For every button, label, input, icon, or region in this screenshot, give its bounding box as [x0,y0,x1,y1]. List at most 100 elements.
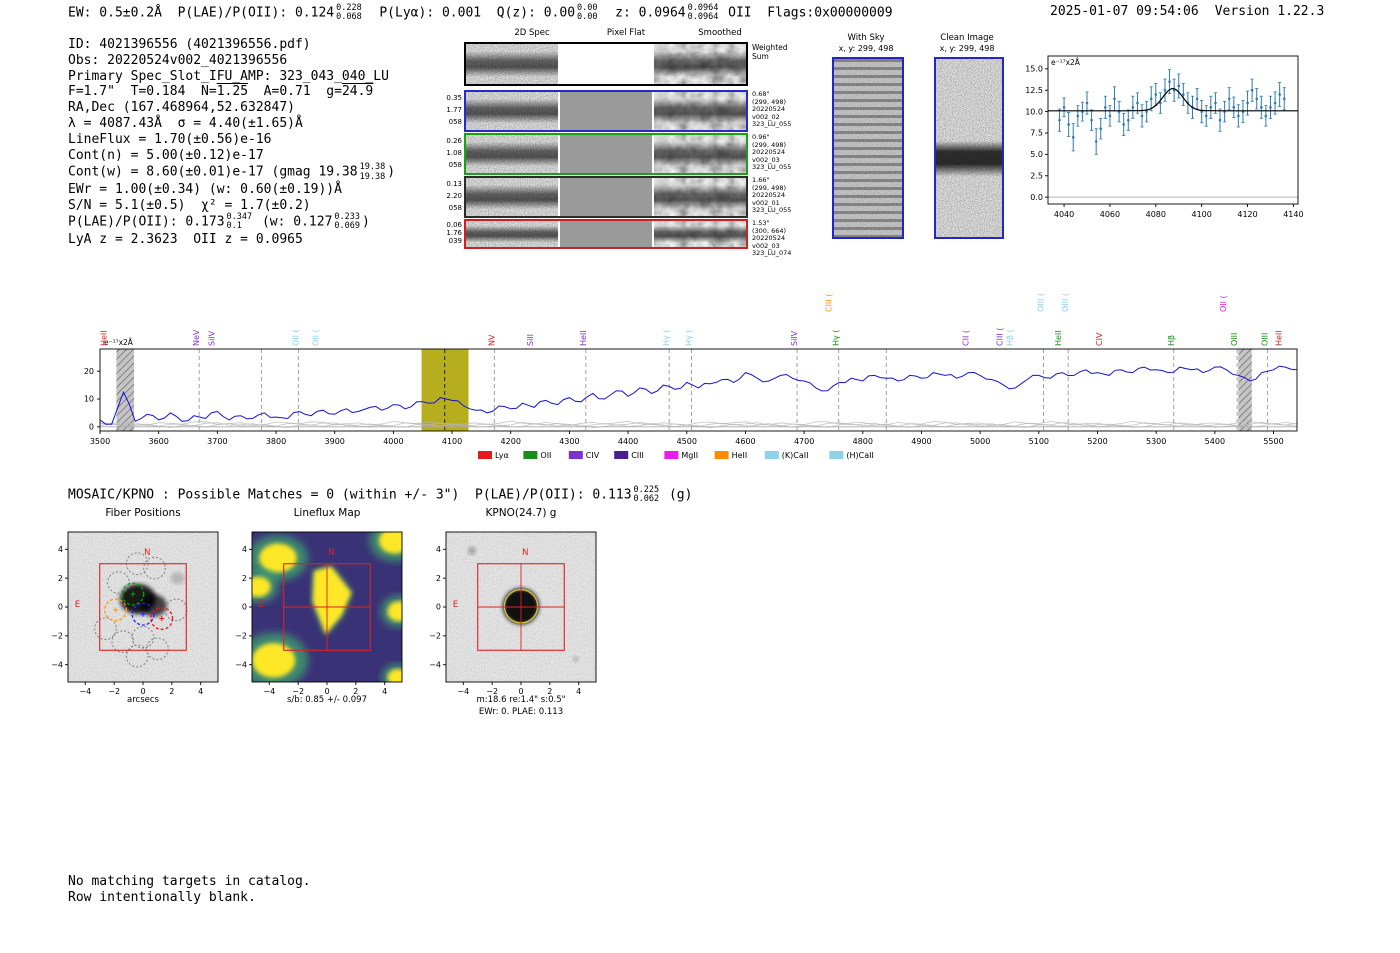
data-point [1154,93,1158,96]
cutout-row-weights: 0.35 1.77 058 [446,94,462,126]
x-tick-label: −2 [108,687,120,696]
y-tick-label: 4 [58,545,63,554]
x-tick-label: 4700 [794,437,814,446]
header-stats: EW: 0.5±0.2Å P(LAE)/P(OII): 0.124 0.228 0.… [68,3,893,23]
data-point [1237,114,1240,118]
x-tick-label: 4120 [1237,210,1257,219]
info-line: Cont(w) = 8.60(±0.01)e-17 (gmag 19.38 19.… [68,162,395,182]
emission-label-ciii: CIII ( [825,294,834,312]
x-tick-label: −4 [457,687,469,696]
masked-region-band [116,349,135,431]
emission-label-nv: NV [487,334,496,346]
data-point [1136,101,1139,105]
info-line: ID: 4021396556 (4021396556.pdf) [68,37,395,53]
noise-image [654,178,746,216]
data-point [1209,106,1213,109]
mosaic-line: MOSAIC/KPNO : Possible Matches = 0 (with… [68,485,692,504]
data-point [1104,106,1107,109]
text-segment: Cont(w) = 8.60(±0.01)e-17 (gmag 19.38 [68,165,358,180]
legend-label: CIII [631,451,644,460]
cutout-row [464,42,748,86]
data-point [1273,101,1277,105]
lineflux-map-plot: NE−4−4−2−2002244 [235,531,403,696]
lineflux-blob [259,543,297,573]
y-tick-label: 4 [436,545,441,554]
data-point [1282,97,1286,101]
emission-label-ciii: CIII ( [995,328,1004,346]
cutout-row-meta: Weighted Sum [752,43,788,61]
stacked-uncertainty: 19.38 19.38 [359,162,386,182]
legend-swatch [664,451,679,459]
text-segment: EW: 0.5±0.2Å P(LAE)/P(OII): 0.124 [68,5,335,21]
smoothed-cell [654,135,746,173]
stacked-uncertainty: 0.228 0.068 [336,3,362,23]
x-tick-label: 3700 [207,437,227,446]
x-tick-label: 3500 [90,437,110,446]
spec2d-cell [466,44,558,84]
spectrum-layers [100,349,1297,431]
detection-highlight-band [421,349,469,431]
y-tick-label: 2 [436,574,441,583]
text-segment: P(Lyα): 0.001 Q(z): 0.00 [363,5,576,21]
cutout-row-meta: 1.66" (299, 498) 20220524 v002_01 323_LU… [752,176,792,215]
pixelflat-cell [560,221,652,247]
with-sky-title: With Sky [847,33,885,43]
x-tick-label: 4 [198,687,203,696]
y-tick-label: 12.5 [1025,86,1043,95]
info-line: LyA z = 2.3623 OII z = 0.0965 [68,232,395,248]
data-point [1090,118,1093,122]
emission-label-oii: OII ( [311,329,320,346]
info-line: Obs: 20220524v002_4021396556 [68,53,395,69]
east-label: E [75,600,80,610]
x-tick-label: 4200 [501,437,521,446]
text-segment: EWr = 1.00(±0.34) (w: 0.60(±0.19))Å [68,181,342,197]
legend-swatch [829,451,844,459]
x-tick-label: 4080 [1146,210,1166,219]
noise-image [654,92,746,130]
cutout-row-weights: 0.06 1.76 039 [446,221,462,245]
text-segment: MOSAIC/KPNO : Possible Matches = 0 (with… [68,487,632,503]
cutout-row-meta: 1.53" (300, 664) 20220524 v002_03 323_LU… [752,219,792,258]
x-tick-label: 4600 [735,437,755,446]
data-point [1058,118,1061,122]
x-tick-label: 4100 [1191,210,1211,219]
y-tick-label: 0 [242,603,247,612]
legend-label: (H)CaII [846,451,873,460]
emission-label-cii: CII ( [961,330,970,346]
footer-line-1: No matching targets in catalog. [68,874,311,889]
data-point [1131,106,1135,109]
info-line: S/N = 5.1(±0.5) χ² = 1.7(±0.2) [68,198,395,214]
legend-swatch [614,451,629,459]
data-point [1085,101,1089,105]
x-tick-label: −4 [263,687,275,696]
info-line: Cont(n) = 5.00(±0.12)e-17 [68,148,395,164]
legend-swatch [478,451,492,459]
data-point [1278,93,1281,96]
smoothed-cell [654,44,746,84]
data-point [1214,101,1217,105]
cutout-row [464,90,748,132]
kpno-title: KPNO(24.7) g [485,507,557,519]
y-tick-label: 10.0 [1025,107,1043,116]
lineflux-map-xlabel: s/b: 0.85 +/- 0.097 [287,695,367,705]
detection-info-block: ID: 4021396556 (4021396556.pdf) Obs: 2022… [68,37,395,247]
y-tick-label: −2 [429,632,441,641]
x-tick-label: 5100 [1029,437,1049,446]
pixelflat-cell [560,92,652,130]
data-point [1227,97,1231,101]
y-tick-label: 2.5 [1030,171,1043,180]
emission-label-heii: HeII [99,330,108,346]
plot-frame [99,348,1298,432]
y-tick-label: 0 [89,423,94,432]
data-point [1122,123,1125,126]
emission-label-h: Hβ ( [1005,329,1014,346]
cutout-row-meta: 0.68" (299, 498) 20220524 v002_02 323_LU… [752,90,792,129]
noise-image [466,178,558,216]
emission-label-h: Hγ ( [832,330,841,346]
clean-image [934,57,1004,239]
report-version: Version 1.22.3 [1214,4,1325,19]
data-point [1168,80,1171,83]
noise-image [466,92,558,130]
cutout-row-weights: 0.26 1.08 058 [446,137,462,169]
text-segment: Cont(n) = 5.00(±0.12)e-17 [68,147,264,163]
